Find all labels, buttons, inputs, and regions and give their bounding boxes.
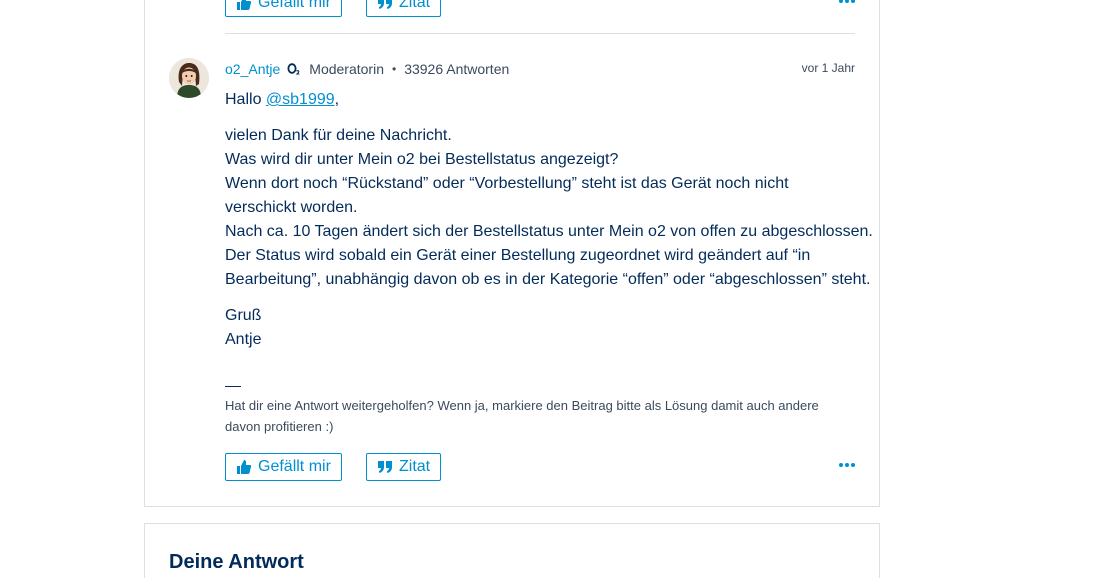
greeting: Hallo @sb1999, bbox=[225, 91, 340, 108]
like-button[interactable]: Gefällt mir bbox=[225, 453, 342, 481]
like-button-prev[interactable]: Gefällt mir bbox=[225, 0, 342, 17]
body-line: Der Status wird sobald ein Gerät einer B… bbox=[225, 247, 811, 264]
like-label: Gefällt mir bbox=[258, 0, 331, 11]
meta-separator: • bbox=[391, 62, 397, 76]
body-line: vielen Dank für deine Nachricht. bbox=[225, 127, 452, 144]
signature-text: Hat dir eine Antwort weitergeholfen? Wen… bbox=[225, 398, 819, 434]
like-label: Gefällt mir bbox=[258, 458, 331, 475]
o2-logo-icon bbox=[287, 63, 300, 75]
body-line: Was wird dir unter Mein o2 bei Bestellst… bbox=[225, 151, 619, 168]
more-options-icon[interactable] bbox=[839, 460, 855, 470]
user-mention-link[interactable]: @sb1999 bbox=[266, 91, 335, 108]
body-line: verschickt worden. bbox=[225, 199, 358, 216]
answer-count: 33926 Antworten bbox=[404, 61, 510, 77]
quote-icon bbox=[377, 0, 393, 11]
more-options-icon[interactable] bbox=[839, 0, 855, 6]
body-line: Bearbeitung”, unabhängig davon ob es in … bbox=[225, 271, 871, 288]
post-timestamp: vor 1 Jahr bbox=[801, 61, 855, 75]
reply-title: Deine Antwort bbox=[169, 551, 304, 573]
quote-button[interactable]: Zitat bbox=[366, 453, 441, 481]
thumbs-up-icon bbox=[236, 0, 252, 11]
avatar[interactable] bbox=[169, 58, 209, 98]
post-meta: o2_Antje Moderatorin • 33926 Antworten bbox=[225, 60, 509, 78]
closing-line: Gruß bbox=[225, 307, 262, 324]
post-body: Hallo @sb1999, vielen Dank für deine Nac… bbox=[225, 88, 873, 352]
quote-label: Zitat bbox=[399, 0, 431, 11]
body-line: Wenn dort noch “Rückstand” oder “Vorbest… bbox=[225, 175, 789, 192]
thumbs-up-icon bbox=[236, 459, 252, 475]
quote-icon bbox=[377, 459, 393, 475]
body-line: Nach ca. 10 Tagen ändert sich der Bestel… bbox=[225, 223, 873, 240]
closing-line: Antje bbox=[225, 331, 262, 348]
signature-divider bbox=[225, 386, 241, 387]
author-role: Moderatorin bbox=[309, 61, 384, 77]
author-link[interactable]: o2_Antje bbox=[225, 61, 280, 77]
quote-label: Zitat bbox=[399, 458, 431, 475]
post-divider bbox=[225, 33, 855, 34]
quote-button-prev[interactable]: Zitat bbox=[366, 0, 441, 17]
